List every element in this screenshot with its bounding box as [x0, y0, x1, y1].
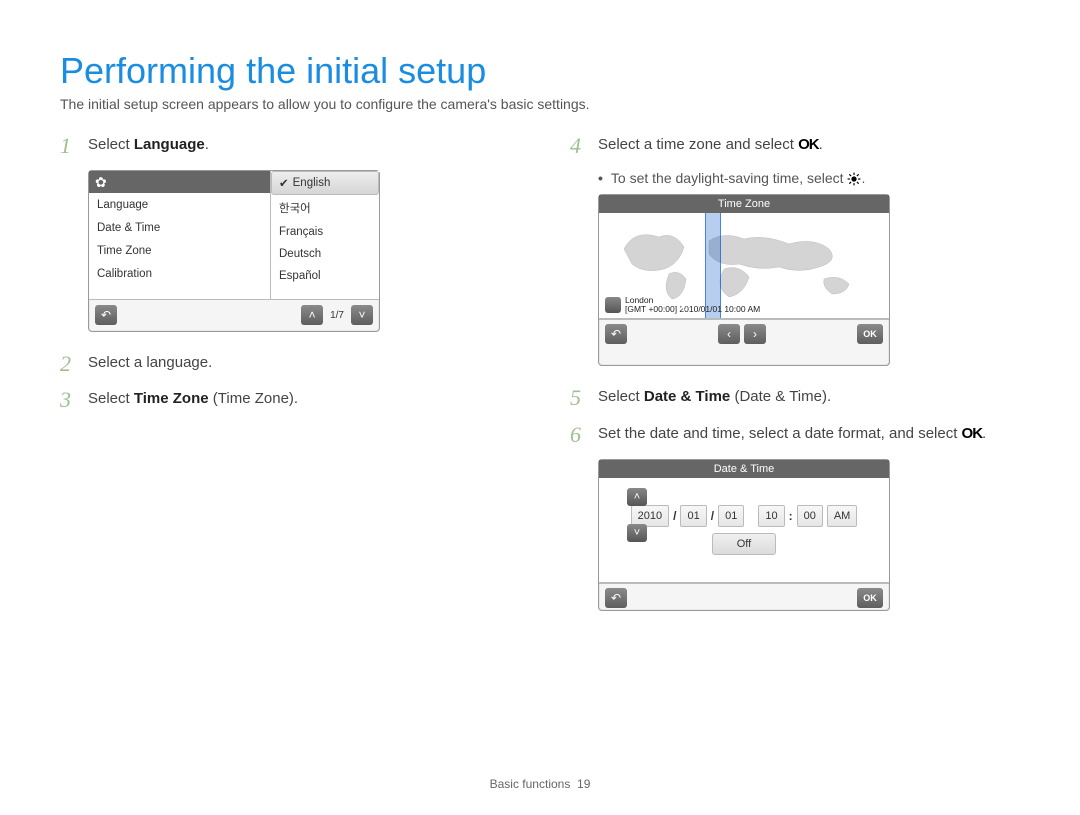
page-up-button[interactable]: ˄: [301, 305, 323, 325]
intro-text: The initial setup screen appears to allo…: [60, 96, 1020, 112]
timezone-screen: Time Zone: [598, 194, 890, 366]
step-6-text: Set the date and time, select a date for…: [598, 423, 986, 446]
menu-item[interactable]: Calibration: [89, 262, 270, 285]
world-map[interactable]: London [GMT +00:00] 2010/01/01 10:00 AM: [599, 213, 889, 319]
back-button[interactable]: ↶: [95, 305, 117, 325]
step-2-text: Select a language.: [88, 352, 212, 375]
pager-text: 1/7: [327, 310, 347, 321]
hour-field[interactable]: 10: [758, 505, 784, 527]
page-footer: Basic functions 19: [0, 777, 1080, 791]
step-4-sub: • To set the daylight-saving time, selec…: [598, 170, 1020, 186]
language-screen: ✿ Language Date & Time Time Zone Calibra…: [88, 170, 380, 332]
spin-down-button[interactable]: ˅: [627, 524, 647, 542]
dst-button[interactable]: [605, 297, 621, 313]
check-icon: ✔: [279, 176, 289, 190]
back-button[interactable]: ↶: [605, 324, 627, 344]
timezone-gmt: [GMT +00:00] 2010/01/01 10:00 AM: [625, 305, 760, 314]
date-format-button[interactable]: Off: [712, 533, 776, 555]
step-number-5: 5: [570, 386, 588, 410]
language-option-selected[interactable]: ✔English: [271, 171, 379, 195]
minute-field[interactable]: 00: [797, 505, 823, 527]
gear-icon: ✿: [95, 174, 107, 191]
ok-glyph: OK: [798, 136, 819, 153]
ok-button[interactable]: OK: [857, 588, 883, 608]
step-3-text: Select Time Zone (Time Zone).: [88, 388, 298, 411]
page-title: Performing the initial setup: [60, 50, 1020, 92]
month-field[interactable]: 01: [680, 505, 706, 527]
prev-button[interactable]: ‹: [718, 324, 740, 344]
sun-icon: [847, 172, 861, 186]
page-down-button[interactable]: ˅: [351, 305, 373, 325]
ampm-field[interactable]: AM: [827, 505, 858, 527]
language-option[interactable]: 한국어: [271, 195, 379, 221]
step-number-4: 4: [570, 134, 588, 158]
next-button[interactable]: ›: [744, 324, 766, 344]
back-button[interactable]: ↶: [605, 588, 627, 608]
step-number-2: 2: [60, 352, 78, 376]
menu-item[interactable]: Time Zone: [89, 239, 270, 262]
spin-up-button[interactable]: ˄: [627, 488, 647, 506]
datetime-screen: Date & Time ˄ ˅ 2010 / 01 / 01 10 :: [598, 459, 890, 611]
day-field[interactable]: 01: [718, 505, 744, 527]
menu-item[interactable]: Date & Time: [89, 216, 270, 239]
language-option[interactable]: Deutsch: [271, 243, 379, 265]
language-option[interactable]: Español: [271, 265, 379, 287]
step-1-text: Select Language.: [88, 134, 209, 157]
step-number-3: 3: [60, 388, 78, 412]
language-option[interactable]: Français: [271, 221, 379, 243]
ok-glyph: OK: [962, 425, 983, 442]
datetime-header: Date & Time: [599, 460, 889, 478]
step-5-text: Select Date & Time (Date & Time).: [598, 386, 831, 409]
step-number-6: 6: [570, 423, 588, 447]
step-number-1: 1: [60, 134, 78, 158]
datetime-row: 2010 / 01 / 01 10 : 00 AM: [631, 505, 858, 527]
ok-button[interactable]: OK: [857, 324, 883, 344]
timezone-header: Time Zone: [599, 195, 889, 213]
menu-item[interactable]: Language: [89, 193, 270, 216]
step-4-text: Select a time zone and select OK.: [598, 134, 823, 157]
